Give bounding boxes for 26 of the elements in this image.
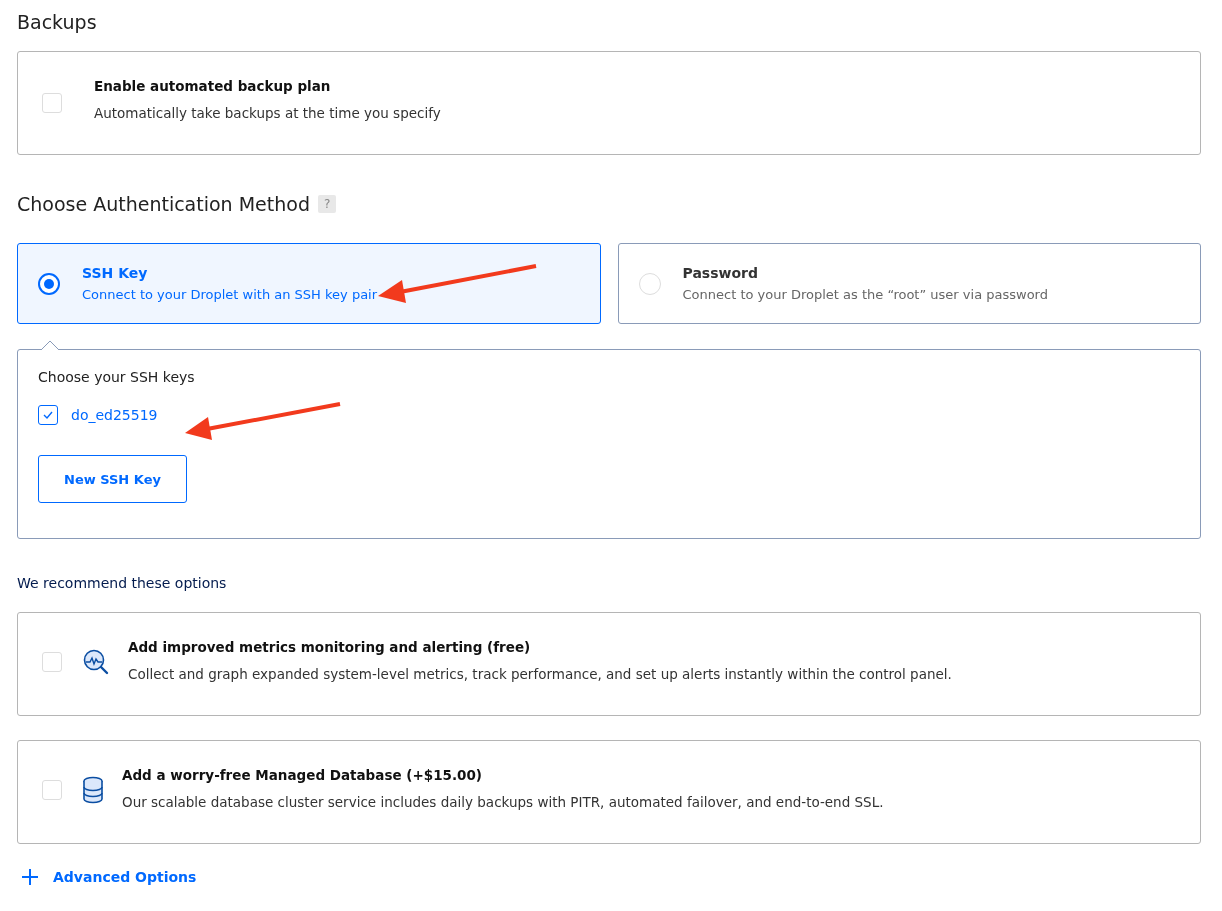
section-title: Choose Authentication Method xyxy=(17,193,310,215)
new-ssh-key-button[interactable]: New SSH Key xyxy=(38,455,187,503)
method-description: Connect to your Droplet with an SSH key pair xyxy=(82,287,378,302)
checkbox[interactable] xyxy=(38,405,58,425)
magnifier-chart-icon xyxy=(82,648,110,676)
auth-method-card[interactable]: SSH Key Connect to your Droplet with an SSH key pair xyxy=(17,243,601,324)
panel-label: Choose your SSH keys xyxy=(38,369,196,385)
ssh-key-name[interactable]: do_ed25519 xyxy=(71,407,158,423)
method-title: Password xyxy=(682,265,759,281)
check-icon xyxy=(42,409,54,421)
radio-button[interactable] xyxy=(38,272,60,295)
advanced-options-link[interactable]: Advanced Options xyxy=(53,869,197,885)
option-title: Add a worry-free Managed Database (+$15.00) xyxy=(122,767,484,783)
section-title: Backups xyxy=(17,10,98,35)
option-description: Automatically take backups at the time you specify xyxy=(94,105,441,121)
option-description: Our scalable database cluster service includes daily backups with PITR, automated failover, and end-to-end SSL. xyxy=(122,794,884,810)
database-icon xyxy=(82,776,104,804)
method-description: Connect to your Droplet as the “root” user via password xyxy=(682,287,1048,302)
help-badge[interactable]: ? xyxy=(317,195,337,213)
option-description: Collect and graph expanded system-level metrics, track performance, and set up alerts instantly within the control panel. xyxy=(128,666,952,682)
plus-icon[interactable] xyxy=(21,868,39,886)
option-title: Add improved metrics monitoring and alerting (free) xyxy=(128,639,532,655)
method-title: SSH Key xyxy=(82,265,149,281)
option-title: Enable automated backup plan xyxy=(94,78,332,94)
section-label: We recommend these options xyxy=(17,575,228,593)
auth-method-card[interactable]: Password Connect to your Droplet as the “root” user via password xyxy=(617,243,1201,324)
